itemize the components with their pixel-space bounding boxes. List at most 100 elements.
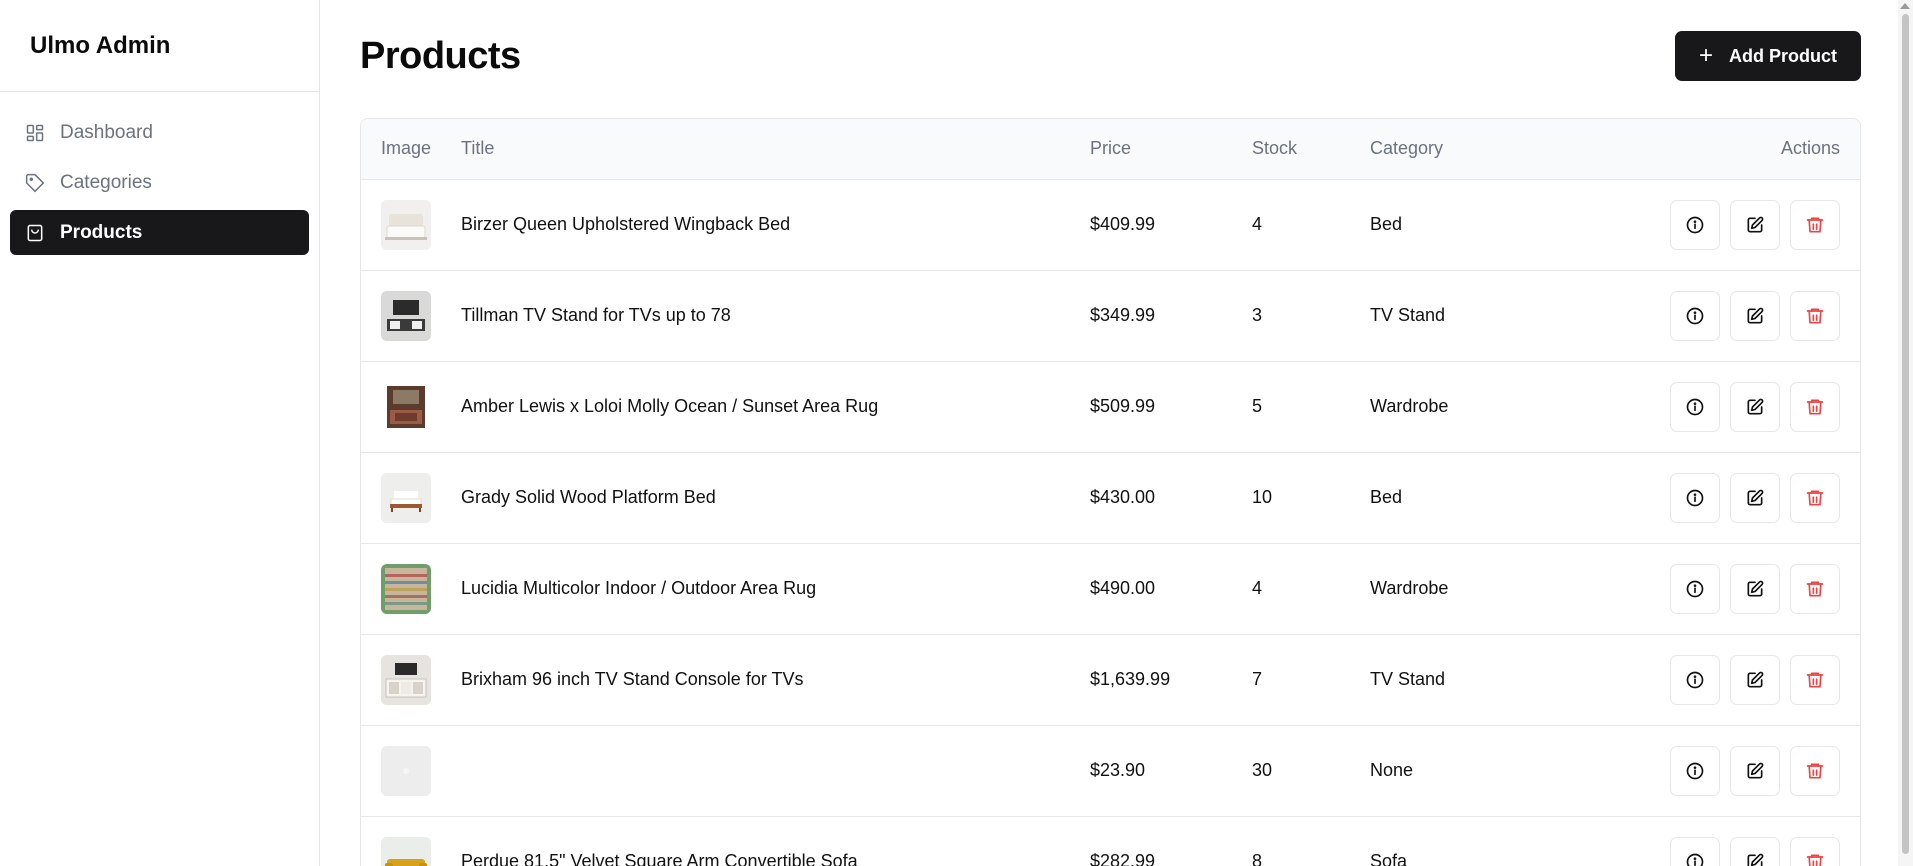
view-details-button[interactable]	[1670, 381, 1720, 432]
placeholder-thumbnail	[381, 745, 431, 796]
table-row: Tillman TV Stand for TVs up to 78 $349.99…	[361, 270, 1860, 361]
edit-icon	[1745, 306, 1765, 326]
edit-icon	[1745, 670, 1765, 690]
delete-button[interactable]	[1790, 290, 1840, 341]
delete-button[interactable]	[1790, 381, 1840, 432]
sidebar-item-categories[interactable]: Categories	[10, 160, 309, 205]
room-rug-thumbnail	[381, 381, 431, 432]
row-actions	[1570, 199, 1840, 250]
edit-icon	[1745, 215, 1765, 235]
view-details-button[interactable]	[1670, 290, 1720, 341]
edit-icon	[1745, 761, 1765, 781]
cell-price: $509.99	[1090, 396, 1156, 416]
table-row: Perdue 81.5" Velvet Square Arm Convertib…	[361, 816, 1860, 866]
trash-icon	[1805, 852, 1825, 866]
cell-title: Amber Lewis x Loloi Molly Ocean / Sunset…	[461, 396, 879, 416]
cell-stock: 7	[1252, 669, 1263, 689]
view-details-button[interactable]	[1670, 199, 1720, 250]
view-details-button[interactable]	[1670, 472, 1720, 523]
cell-image	[361, 543, 461, 634]
sidebar-item-label: Categories	[60, 171, 152, 193]
cell-image	[361, 270, 461, 361]
sidebar-item-dashboard[interactable]: Dashboard	[10, 110, 309, 155]
sidebar-nav: Dashboard Categories Products	[0, 92, 319, 273]
cell-price: $349.99	[1090, 305, 1156, 325]
sidebar-item-products[interactable]: Products	[10, 210, 309, 255]
cell-stock: 5	[1252, 396, 1263, 416]
edit-icon	[1745, 579, 1765, 599]
trash-icon	[1805, 215, 1825, 235]
edit-button[interactable]	[1730, 654, 1780, 705]
edit-button[interactable]	[1730, 199, 1780, 250]
cell-price: $282.99	[1090, 851, 1156, 866]
column-header-category: Category	[1370, 138, 1444, 159]
cell-category: Sofa	[1370, 851, 1408, 866]
row-actions	[1570, 563, 1840, 614]
delete-button[interactable]	[1790, 472, 1840, 523]
trash-icon	[1805, 761, 1825, 781]
edit-button[interactable]	[1730, 290, 1780, 341]
cell-actions	[1570, 270, 1860, 361]
trash-icon	[1805, 488, 1825, 508]
cell-actions	[1570, 816, 1860, 866]
edit-icon	[1745, 488, 1765, 508]
cell-image	[361, 634, 461, 725]
cell-title: Grady Solid Wood Platform Bed	[461, 487, 716, 507]
column-header-stock: Stock	[1252, 138, 1298, 159]
plus-icon: +	[1698, 42, 1713, 69]
column-header-price: Price	[1090, 138, 1132, 159]
cell-image	[361, 816, 461, 866]
striped-rug-thumbnail	[381, 563, 431, 614]
edit-button[interactable]	[1730, 836, 1780, 866]
scroll-up-arrow[interactable]	[1900, 3, 1910, 9]
table-row: Birzer Queen Upholstered Wingback Bed $40…	[361, 179, 1860, 270]
cell-price: $430.00	[1090, 487, 1156, 507]
delete-button[interactable]	[1790, 836, 1840, 866]
trash-icon	[1805, 306, 1825, 326]
view-details-button[interactable]	[1670, 654, 1720, 705]
view-details-button[interactable]	[1670, 745, 1720, 796]
page-title: Products	[360, 34, 521, 77]
edit-button[interactable]	[1730, 381, 1780, 432]
column-header-actions: Actions	[1780, 138, 1840, 159]
info-icon	[1685, 579, 1705, 599]
cell-price: $1,639.99	[1090, 669, 1171, 689]
info-icon	[1685, 215, 1705, 235]
row-actions	[1570, 472, 1840, 523]
wood-bed-thumbnail	[381, 472, 431, 523]
view-details-button[interactable]	[1670, 836, 1720, 866]
cell-stock: 4	[1252, 214, 1263, 234]
delete-button[interactable]	[1790, 563, 1840, 614]
delete-button[interactable]	[1790, 654, 1840, 705]
cell-stock: 4	[1252, 578, 1263, 598]
edit-button[interactable]	[1730, 745, 1780, 796]
cell-image	[361, 452, 461, 543]
cell-price: $490.00	[1090, 578, 1156, 598]
edit-icon	[1745, 397, 1765, 417]
row-actions	[1570, 290, 1840, 341]
table-row: $23.90 30 None	[361, 725, 1860, 816]
shopping-bag-icon	[25, 223, 45, 243]
cell-stock: 30	[1252, 760, 1273, 780]
sidebar: Ulmo Admin Dashboard Categories Products	[0, 0, 320, 866]
tag-icon	[25, 173, 45, 193]
delete-button[interactable]	[1790, 199, 1840, 250]
delete-button[interactable]	[1790, 745, 1840, 796]
edit-button[interactable]	[1730, 563, 1780, 614]
add-product-button[interactable]: + Add Product	[1675, 31, 1861, 81]
cell-actions	[1570, 543, 1860, 634]
cell-stock: 10	[1252, 487, 1273, 507]
row-actions	[1570, 654, 1840, 705]
bed-thumbnail	[381, 199, 431, 250]
cell-title: Lucidia Multicolor Indoor / Outdoor Area…	[461, 578, 817, 598]
info-icon	[1685, 852, 1705, 866]
scrollbar[interactable]	[1898, 0, 1913, 866]
scrollbar-thumb[interactable]	[1902, 14, 1909, 854]
info-icon	[1685, 488, 1705, 508]
sidebar-item-label: Dashboard	[60, 121, 153, 143]
cell-image	[361, 725, 461, 816]
edit-button[interactable]	[1730, 472, 1780, 523]
cell-actions	[1570, 634, 1860, 725]
view-details-button[interactable]	[1670, 563, 1720, 614]
table-row: Amber Lewis x Loloi Molly Ocean / Sunset…	[361, 361, 1860, 452]
